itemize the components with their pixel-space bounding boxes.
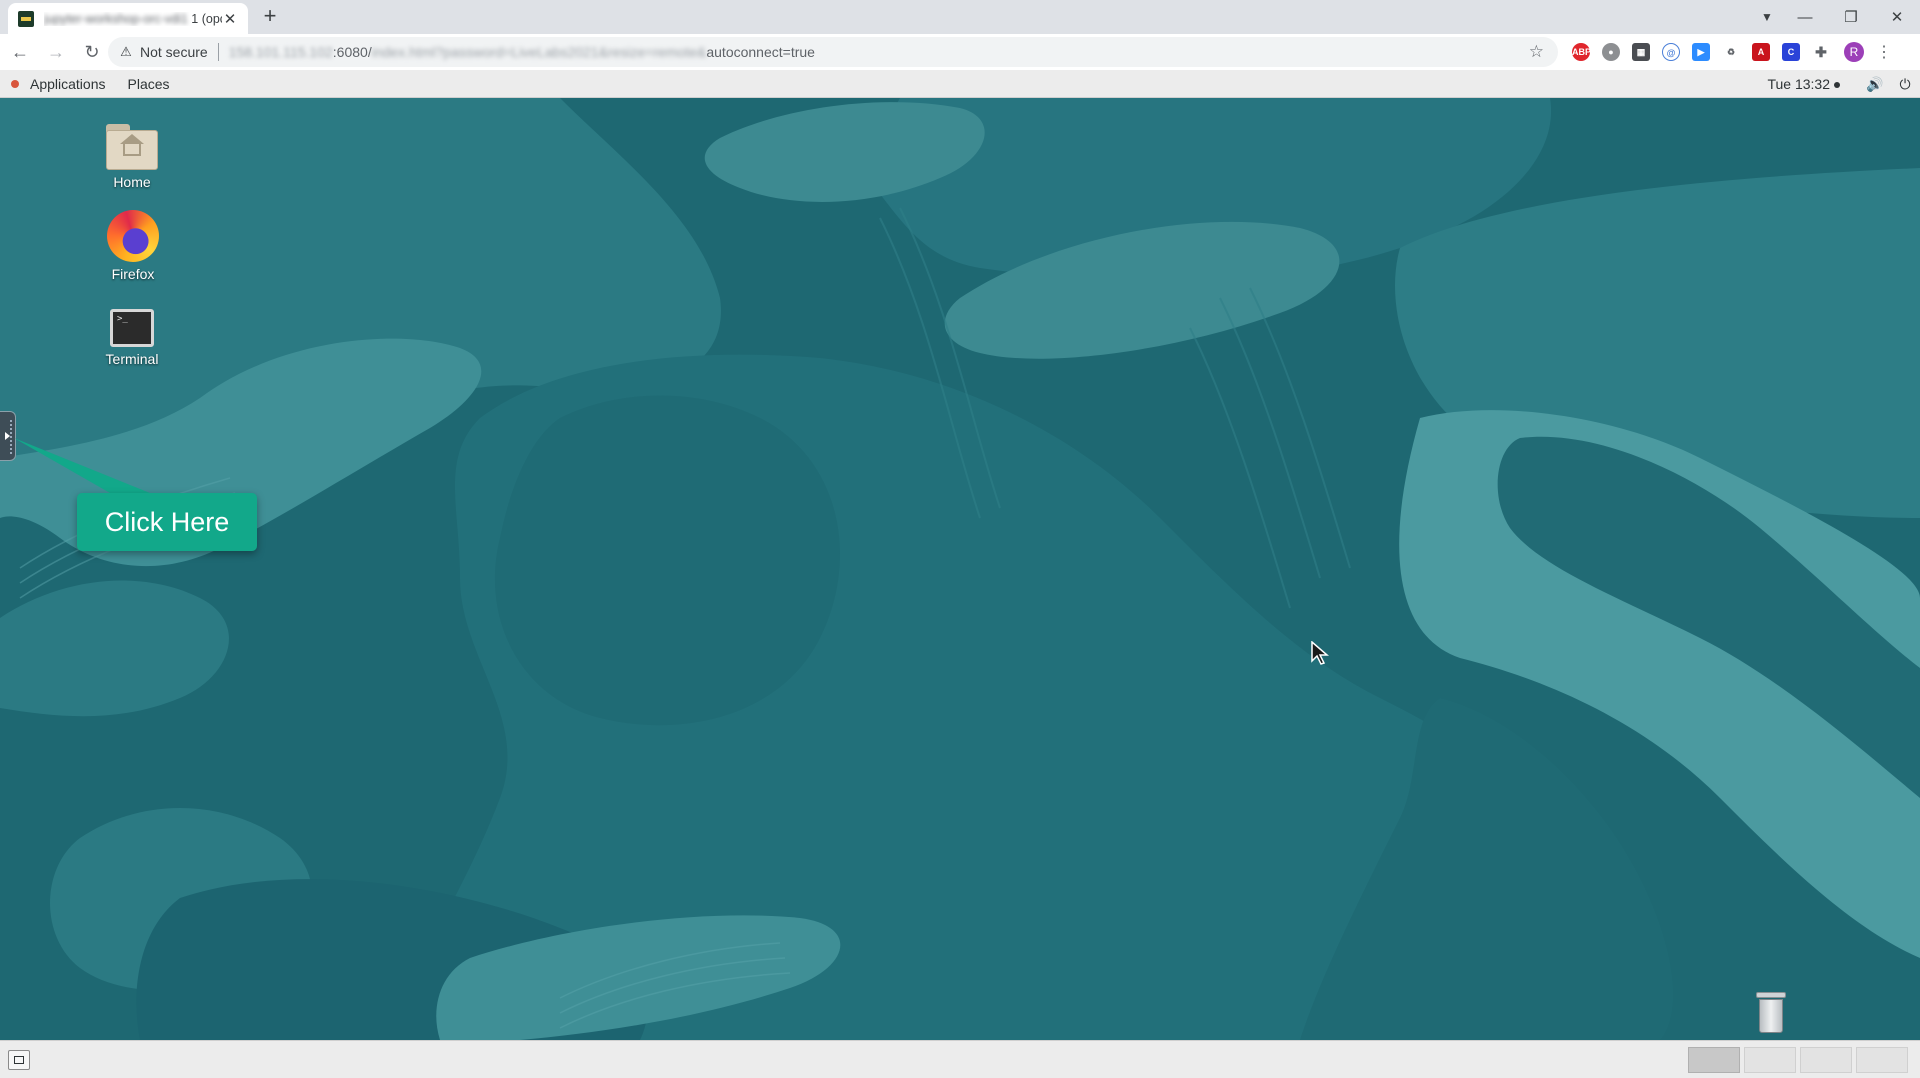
pdf-icon[interactable]: A — [1752, 43, 1770, 61]
bookmark-star-icon[interactable]: ☆ — [1529, 42, 1544, 62]
security-label[interactable]: Not secure — [140, 44, 208, 60]
workspace-4[interactable] — [1856, 1047, 1908, 1073]
wallpaper — [0, 98, 1920, 1040]
click-here-callout[interactable]: Click Here — [77, 493, 257, 551]
trash-icon[interactable] — [1754, 992, 1788, 1034]
grid-icon[interactable]: ▦ — [1632, 43, 1650, 61]
url-host: 158.101.115.102 — [228, 44, 333, 60]
clock[interactable]: Tue 13:32 — [1767, 76, 1840, 92]
browser-tab-strip: jupyter-workshop-orc-vdi1 1 (opc) ✕ + ▼ … — [0, 0, 1920, 34]
abp-icon[interactable]: ABP — [1572, 43, 1591, 61]
restore-button[interactable]: ❐ — [1828, 8, 1874, 26]
notification-dot-icon — [1834, 82, 1840, 89]
recycle-icon[interactable]: ♻ — [1722, 43, 1740, 61]
new-tab-button[interactable]: + — [258, 5, 282, 29]
workspace-3[interactable] — [1800, 1047, 1852, 1073]
workspace-switcher — [1684, 1047, 1908, 1073]
browser-toolbar: ← → ↻ ⚠ Not secure 158.101.115.102 :6080… — [0, 34, 1920, 70]
tab-title: jupyter-workshop-orc-vdi1 1 (opc) — [44, 11, 222, 26]
close-window-button[interactable]: ✕ — [1874, 8, 1920, 26]
callout-pointer — [14, 438, 150, 493]
gnome-bottom-bar — [0, 1040, 1920, 1078]
browser-menu-icon[interactable]: ⋮ — [1876, 42, 1892, 62]
power-icon[interactable]: ⏻ — [1890, 76, 1920, 93]
url-tail: autoconnect=true — [706, 44, 815, 60]
show-desktop-button[interactable] — [8, 1050, 30, 1070]
profile-avatar[interactable]: R — [1844, 42, 1864, 62]
url-path: index.html?password=LiveLabs2021&resize=… — [371, 44, 707, 60]
vnc-favicon-icon — [18, 10, 34, 27]
address-bar[interactable]: ⚠ Not secure 158.101.115.102 :6080/ inde… — [108, 37, 1558, 67]
at-icon[interactable]: @ — [1662, 43, 1680, 61]
puzzle-icon[interactable]: ✚ — [1812, 43, 1830, 61]
desktop[interactable]: Home Firefox >_ Terminal Click Here — [0, 98, 1920, 1040]
gnome-top-bar: Applications Places Tue 13:32 🔊 ⏻ — [0, 70, 1920, 98]
applications-menu[interactable]: Applications — [30, 76, 106, 92]
forward-button[interactable]: → — [40, 36, 72, 68]
tab-search-icon[interactable]: ▼ — [1752, 10, 1782, 24]
volume-icon[interactable]: 🔊 — [1860, 76, 1890, 93]
browser-tab[interactable]: jupyter-workshop-orc-vdi1 1 (opc) ✕ — [8, 3, 248, 34]
reload-button[interactable]: ↻ — [76, 36, 108, 68]
workspace-1[interactable] — [1688, 1047, 1740, 1073]
workspace-2[interactable] — [1744, 1047, 1796, 1073]
minimize-button[interactable]: — — [1782, 9, 1828, 26]
applications-icon — [11, 79, 19, 88]
omnibox-separator — [217, 43, 219, 61]
c-icon[interactable]: C — [1782, 43, 1800, 61]
url-port: :6080/ — [332, 44, 372, 60]
extensions-area: ABP ● ▦ @ ▶ ♻ A C ✚ R ⋮ — [1566, 34, 1892, 70]
back-button[interactable]: ← — [4, 36, 36, 68]
zoom-icon[interactable]: ▶ — [1692, 43, 1710, 61]
window-controls: ▼ — ❐ ✕ — [1752, 0, 1920, 34]
ghost-icon[interactable]: ● — [1602, 43, 1620, 61]
mouse-cursor-icon — [1311, 641, 1330, 665]
gnome-status-area: Tue 13:32 🔊 ⏻ — [1767, 70, 1920, 98]
tab-close-icon[interactable]: ✕ — [222, 10, 238, 28]
warning-icon: ⚠ — [120, 44, 132, 59]
places-menu[interactable]: Places — [128, 76, 170, 92]
